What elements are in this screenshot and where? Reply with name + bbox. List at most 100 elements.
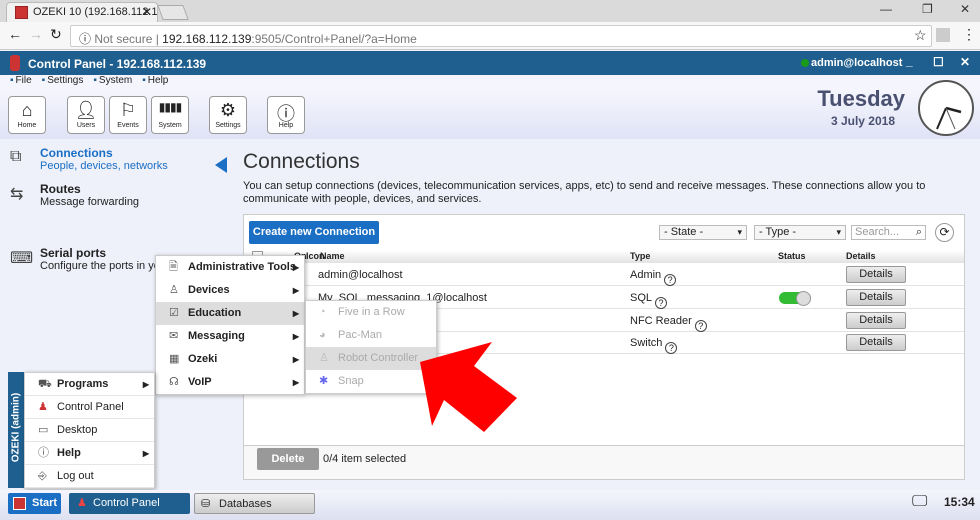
taskbar-databases[interactable]: ⛁ Databases: [194, 493, 315, 514]
sidebar-item-routes[interactable]: ⇆ Routes Message forwarding: [10, 182, 139, 208]
help-button[interactable]: ⓘ Help: [267, 96, 305, 134]
help-icon[interactable]: ?: [694, 320, 707, 332]
pac-man-icon: ◕: [319, 329, 326, 341]
tools-icon: 🗎: [169, 261, 178, 273]
table-row[interactable]: admin@localhost Admin? Details: [244, 264, 964, 286]
sidebar-item-connections[interactable]: ⧉ Connections People, devices, networks: [10, 146, 168, 172]
system-button[interactable]: ▮▮▮▮ System: [151, 96, 189, 134]
menu-label: Pac-Man: [338, 329, 383, 341]
browser-menu-icon[interactable]: ⋮: [962, 26, 976, 43]
details-button[interactable]: Details: [846, 312, 906, 329]
chevron-right-icon: ▶: [292, 355, 299, 364]
active-indicator-icon: [215, 157, 227, 173]
details-button[interactable]: Details: [846, 334, 906, 351]
monitor-icon[interactable]: 🖵: [912, 493, 927, 511]
close-tab-icon[interactable]: ✕: [142, 5, 152, 19]
reload-icon[interactable]: ↻: [50, 26, 62, 43]
start-item-control-panel[interactable]: ♟ Control Panel: [25, 396, 154, 419]
forward-icon[interactable]: →: [29, 26, 43, 42]
chevron-right-icon: ▶: [142, 380, 149, 389]
serial-port-icon: ⌨: [10, 250, 34, 267]
start-item-help[interactable]: ⓘ Help ▶: [25, 442, 154, 465]
taskbar-app-label: Control Panel: [93, 497, 160, 509]
search-icon[interactable]: ⌕: [916, 226, 922, 239]
status-toggle[interactable]: [779, 291, 811, 306]
maximize-icon[interactable]: ☐: [933, 55, 944, 69]
header-type[interactable]: Type: [630, 251, 650, 261]
chevron-right-icon: ▶: [292, 263, 299, 272]
menu-item-robot-controller[interactable]: ♙ Robot Controller: [306, 347, 436, 370]
type-label: Switch: [630, 337, 663, 349]
menu-item-administrative-tools[interactable]: 🗎 Administrative Tools ▶: [156, 256, 304, 279]
extension-icon[interactable]: [936, 28, 950, 42]
type-filter-select[interactable]: - Type -: [754, 225, 846, 240]
create-connection-button[interactable]: Create new Connection: [249, 221, 379, 244]
state-filter-select[interactable]: - State -: [659, 225, 747, 240]
menu-item-pac-man[interactable]: ◕ Pac-Man: [306, 324, 436, 347]
menu-label: Devices: [188, 284, 230, 296]
connection-type: NFC Reader?: [630, 315, 707, 332]
menu-help[interactable]: Help: [142, 75, 168, 86]
programs-submenu: 🗎 Administrative Tools ▶ ♙ Devices ▶ ☑ Educat…: [155, 255, 305, 395]
delete-button[interactable]: Delete: [257, 448, 319, 470]
headset-icon: ☊: [169, 376, 179, 388]
details-button[interactable]: Details: [846, 289, 906, 306]
minimize-icon[interactable]: _: [906, 54, 913, 68]
page-description: You can setup connections (devices, tele…: [243, 180, 926, 205]
header-name[interactable]: Name: [320, 251, 345, 261]
help-icon[interactable]: ?: [655, 297, 668, 309]
close-window-icon[interactable]: ✕: [960, 2, 970, 16]
home-button[interactable]: ⌂ Home: [8, 96, 46, 134]
events-label: Events: [117, 122, 139, 129]
menu-label: Help: [57, 447, 81, 459]
menu-file[interactable]: File: [10, 75, 32, 86]
education-submenu: ◔ Five in a Row ◕ Pac-Man ♙ Robot Controlle…: [305, 300, 437, 394]
users-button[interactable]: 👤︎ Users: [67, 96, 105, 134]
menu-item-ozeki[interactable]: ▦ Ozeki ▶: [156, 348, 304, 371]
start-button[interactable]: Start: [8, 493, 61, 514]
search-input[interactable]: Search... ⌕: [851, 225, 926, 240]
gear-icon: ⚙: [219, 100, 237, 120]
settings-button[interactable]: ⚙ Settings: [209, 96, 247, 134]
start-item-desktop[interactable]: ▭ Desktop: [25, 419, 154, 442]
menu-label: Robot Controller: [338, 352, 419, 364]
menu-item-five-in-a-row[interactable]: ◔ Five in a Row: [306, 301, 436, 324]
back-icon[interactable]: ←: [8, 26, 22, 42]
help-icon[interactable]: ?: [665, 342, 678, 354]
help-icon[interactable]: ?: [664, 274, 677, 286]
close-icon[interactable]: ✕: [960, 55, 970, 69]
sidebar-subtitle: Message forwarding: [40, 196, 140, 208]
header-details[interactable]: Details: [846, 251, 876, 261]
new-tab-button[interactable]: [157, 5, 189, 20]
snap-icon: ✱: [319, 375, 329, 387]
start-item-programs[interactable]: ⛟ Programs ▶: [25, 373, 154, 396]
current-user[interactable]: admin@localhost: [811, 57, 902, 69]
restore-icon[interactable]: ❐: [922, 2, 933, 16]
menu-item-devices[interactable]: ♙ Devices ▶: [156, 279, 304, 302]
info-icon[interactable]: ⓘ: [79, 32, 94, 46]
url-input[interactable]: ⓘ Not secure | 192.168.112.139:9505/Cont…: [70, 25, 932, 47]
browser-tab[interactable]: OZEKI 10 (192.168.112.139 ✕: [6, 2, 158, 22]
bookmark-star-icon[interactable]: ☆: [914, 27, 927, 44]
menu-label: Administrative Tools: [188, 261, 296, 273]
menu-item-education[interactable]: ☑ Education ▶: [156, 302, 304, 325]
menu-label: Programs: [57, 378, 109, 390]
menu-item-voip[interactable]: ☊ VoIP ▶: [156, 371, 304, 394]
refresh-icon[interactable]: ⟳: [935, 223, 954, 242]
start-item-log-out[interactable]: ⎆ Log out: [25, 465, 154, 488]
menu-settings[interactable]: Settings: [42, 75, 84, 86]
menu-system[interactable]: System: [93, 75, 132, 86]
menu-item-messaging[interactable]: ✉ Messaging ▶: [156, 325, 304, 348]
events-button[interactable]: ⚐ Events: [109, 96, 147, 134]
sidebar-item-serial-ports[interactable]: ⌨ Serial ports Configure the ports in your: [10, 246, 170, 272]
menu-item-snap[interactable]: ✱ Snap: [306, 370, 436, 393]
connection-name[interactable]: admin@localhost: [318, 269, 403, 281]
minimize-icon[interactable]: —: [880, 2, 892, 16]
details-button[interactable]: Details: [846, 266, 906, 283]
security-label[interactable]: Not secure: [94, 32, 152, 46]
header-status[interactable]: Status: [778, 251, 806, 261]
messaging-icon: ✉: [169, 330, 179, 342]
sidebar-title: Connections: [40, 146, 113, 160]
taskbar-control-panel[interactable]: ♟ Control Panel: [69, 493, 190, 514]
menu-label: Messaging: [188, 330, 245, 342]
